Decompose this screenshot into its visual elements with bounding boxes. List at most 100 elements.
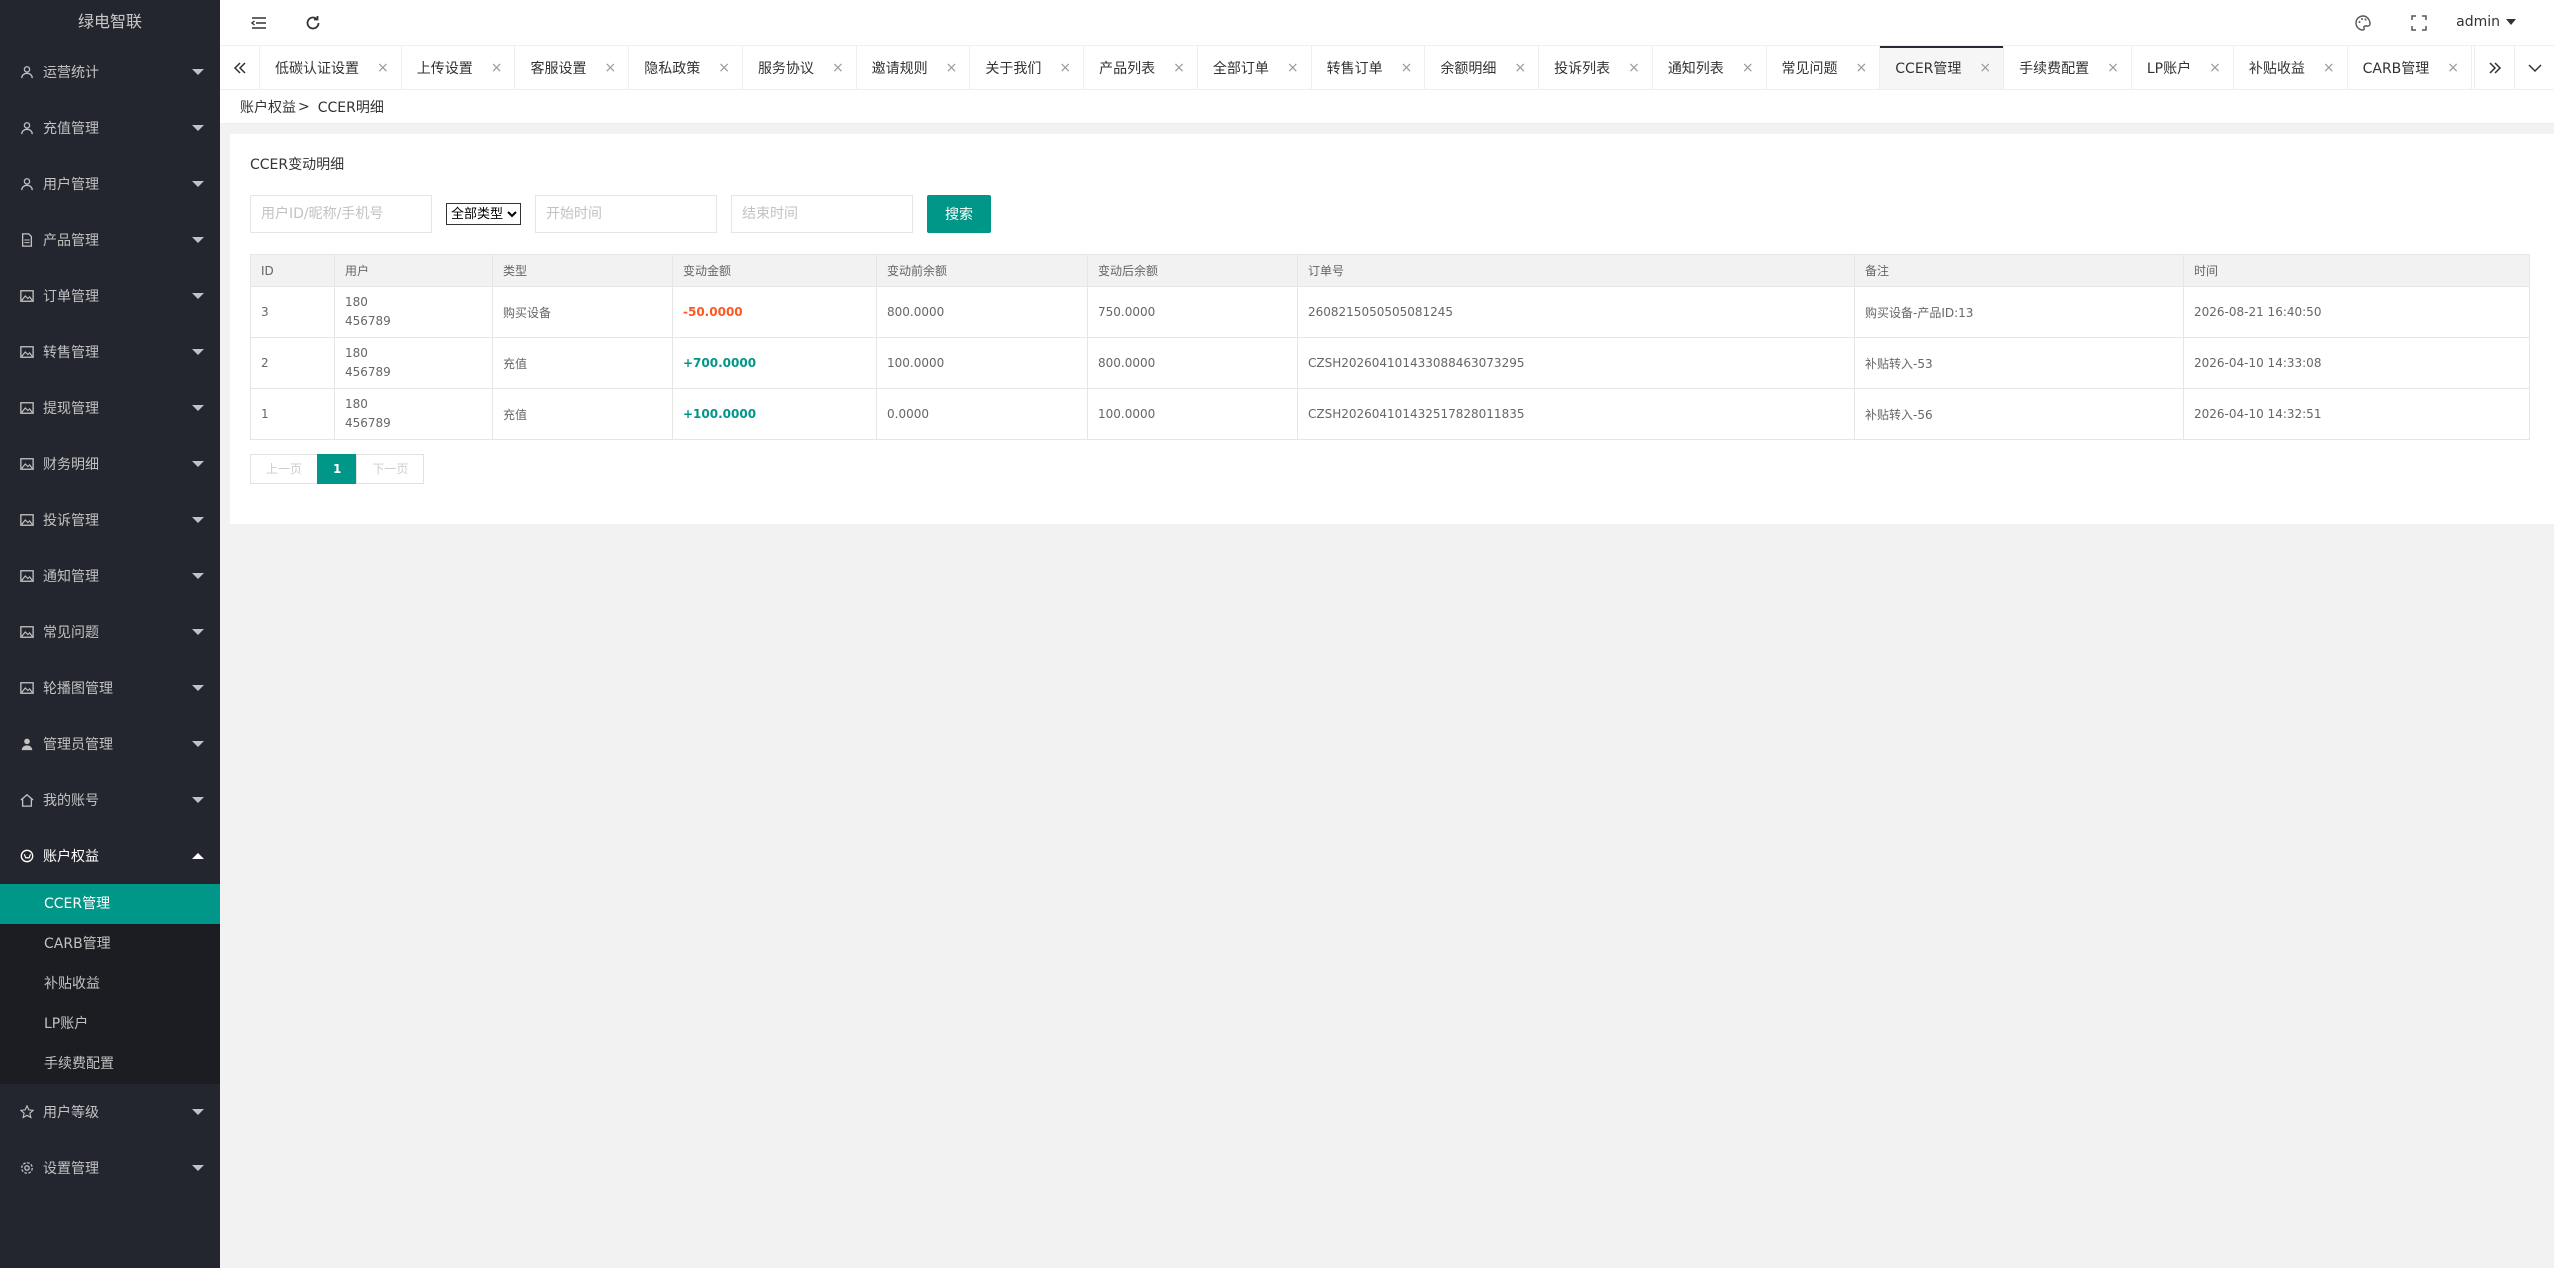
close-icon[interactable]: × [1742, 60, 1754, 76]
menu-toggle-icon[interactable] [248, 12, 270, 34]
chevron-down-icon [192, 349, 204, 355]
amount-value: +100.0000 [683, 407, 757, 421]
prev-page-button[interactable]: 上一页 [250, 454, 319, 484]
breadcrumb-current: CCER明细 [317, 99, 384, 116]
close-icon[interactable]: × [2323, 60, 2335, 76]
tab-resale-orders[interactable]: 转售订单 × [1312, 46, 1426, 89]
tab-invite-rules[interactable]: 邀请规则 × [857, 46, 971, 89]
amount-value: -50.0000 [683, 305, 743, 319]
type-select[interactable]: 全部类型 [446, 203, 521, 225]
close-icon[interactable]: × [2209, 60, 2221, 76]
close-icon[interactable]: × [1287, 60, 1299, 76]
close-icon[interactable]: × [1514, 60, 1526, 76]
tab-all-orders[interactable]: 全部订单 × [1198, 46, 1312, 89]
user-line: 180 [345, 295, 368, 309]
breadcrumb-parent[interactable]: 账户权益 [240, 97, 296, 117]
sidebar-item-operation-stats[interactable]: 运营统计 [0, 44, 220, 100]
sidebar-subitem-ccer[interactable]: CCER管理 [0, 884, 220, 924]
tab-privacy[interactable]: 隐私政策 × [629, 46, 743, 89]
sidebar-subitem-carb[interactable]: CARB管理 [0, 924, 220, 964]
tab-customer-service[interactable]: 客服设置 × [515, 46, 630, 89]
page-number-button[interactable]: 1 [317, 454, 358, 484]
close-icon[interactable]: × [2447, 60, 2459, 76]
image-icon [20, 401, 34, 415]
sidebar-item-carousel[interactable]: 轮播图管理 [0, 660, 220, 716]
sidebar-item-settings[interactable]: 设置管理 [0, 1140, 220, 1196]
sidebar-item-orders[interactable]: 订单管理 [0, 268, 220, 324]
sidebar-item-recharge[interactable]: 充值管理 [0, 100, 220, 156]
close-icon[interactable]: × [604, 60, 616, 76]
close-icon[interactable]: × [2107, 60, 2119, 76]
sidebar-item-users[interactable]: 用户管理 [0, 156, 220, 212]
sidebar-item-admins[interactable]: 管理员管理 [0, 716, 220, 772]
sidebar-subitem-lp-account[interactable]: LP账户 [0, 1004, 220, 1044]
tabs-scroll-right-icon[interactable] [2474, 46, 2514, 89]
cell-order: CZSH202604101432517828011835 [1297, 388, 1855, 440]
end-time-input[interactable] [731, 195, 913, 233]
sidebar-item-complaints[interactable]: 投诉管理 [0, 492, 220, 548]
tab-complaints[interactable]: 投诉列表 × [1539, 46, 1653, 89]
close-icon[interactable]: × [718, 60, 730, 76]
sidebar-item-resale[interactable]: 转售管理 [0, 324, 220, 380]
tab-subsidy[interactable]: 补贴收益 × [2234, 46, 2348, 89]
user-menu[interactable]: admin [2456, 14, 2516, 30]
sidebar-subitem-fee-config[interactable]: 手续费配置 [0, 1044, 220, 1084]
cell-after: 750.0000 [1087, 286, 1298, 338]
close-icon[interactable]: × [1628, 60, 1640, 76]
close-icon[interactable]: × [1856, 60, 1868, 76]
sidebar-item-user-levels[interactable]: 用户等级 [0, 1084, 220, 1140]
cell-amount: -50.0000 [672, 286, 877, 338]
tab-faq[interactable]: 常见问题 × [1767, 46, 1881, 89]
tab-service-agreement[interactable]: 服务协议 × [743, 46, 857, 89]
tab-fee-config[interactable]: 手续费配置 × [2004, 46, 2132, 89]
chevron-down-icon [192, 405, 204, 411]
chevron-down-icon [192, 741, 204, 747]
sidebar-item-my-account[interactable]: 我的账号 [0, 772, 220, 828]
tab-carb[interactable]: CARB管理 × [2348, 46, 2473, 89]
close-icon[interactable]: × [377, 60, 389, 76]
tabs-scroll-left-icon[interactable] [220, 46, 260, 89]
close-icon[interactable]: × [1059, 60, 1071, 76]
cell-amount: +700.0000 [672, 337, 877, 389]
chevron-down-icon [192, 1109, 204, 1115]
close-icon[interactable]: × [832, 60, 844, 76]
keyword-input[interactable] [250, 195, 432, 233]
sidebar-item-finance[interactable]: 财务明细 [0, 436, 220, 492]
tab-lp-account[interactable]: LP账户 × [2132, 46, 2234, 89]
sidebar-item-label: 提现管理 [43, 401, 99, 417]
tab-product-list[interactable]: 产品列表 × [1084, 46, 1198, 89]
start-time-input[interactable] [535, 195, 717, 233]
tabs-menu-chevron-down-icon[interactable] [2514, 46, 2554, 89]
tab-upload[interactable]: 上传设置 × [402, 46, 516, 89]
cell-order: 2608215050505081245 [1297, 286, 1855, 338]
close-icon[interactable]: × [1401, 60, 1413, 76]
table-header-row: ID 用户 类型 变动金额 变动前余额 变动后余额 订单号 备注 时间 [250, 254, 2530, 287]
search-button[interactable]: 搜索 [927, 195, 991, 233]
close-icon[interactable]: × [491, 60, 503, 76]
fullscreen-icon[interactable] [2408, 12, 2430, 34]
tab-label: 关于我们 [985, 60, 1042, 77]
tab-label: 产品列表 [1099, 60, 1156, 77]
tab-notifications[interactable]: 通知列表 × [1653, 46, 1767, 89]
username: admin [2456, 14, 2500, 30]
sidebar-item-label: 我的账号 [43, 793, 99, 809]
close-icon[interactable]: × [946, 60, 958, 76]
chevron-up-icon [192, 853, 204, 859]
theme-icon[interactable] [2352, 12, 2374, 34]
sidebar-item-notifications[interactable]: 通知管理 [0, 548, 220, 604]
cell-amount: +100.0000 [672, 388, 877, 440]
close-icon[interactable]: × [1173, 60, 1185, 76]
next-page-button[interactable]: 下一页 [356, 454, 425, 484]
tab-balance-detail[interactable]: 余额明细 × [1425, 46, 1540, 89]
sidebar-item-products[interactable]: 产品管理 [0, 212, 220, 268]
sidebar-item-withdraw[interactable]: 提现管理 [0, 380, 220, 436]
app-logo-title: 绿电智联 [0, 0, 220, 44]
tab-low-carbon[interactable]: 低碳认证设置 × [260, 46, 402, 89]
tab-about[interactable]: 关于我们 × [970, 46, 1085, 89]
tab-ccer[interactable]: CCER管理 × [1880, 46, 2005, 89]
sidebar-item-account-rights[interactable]: 账户权益 [0, 828, 220, 884]
sidebar-item-faq[interactable]: 常见问题 [0, 604, 220, 660]
refresh-icon[interactable] [302, 12, 324, 34]
close-icon[interactable]: × [1979, 60, 1991, 76]
sidebar-subitem-subsidy[interactable]: 补贴收益 [0, 964, 220, 1004]
